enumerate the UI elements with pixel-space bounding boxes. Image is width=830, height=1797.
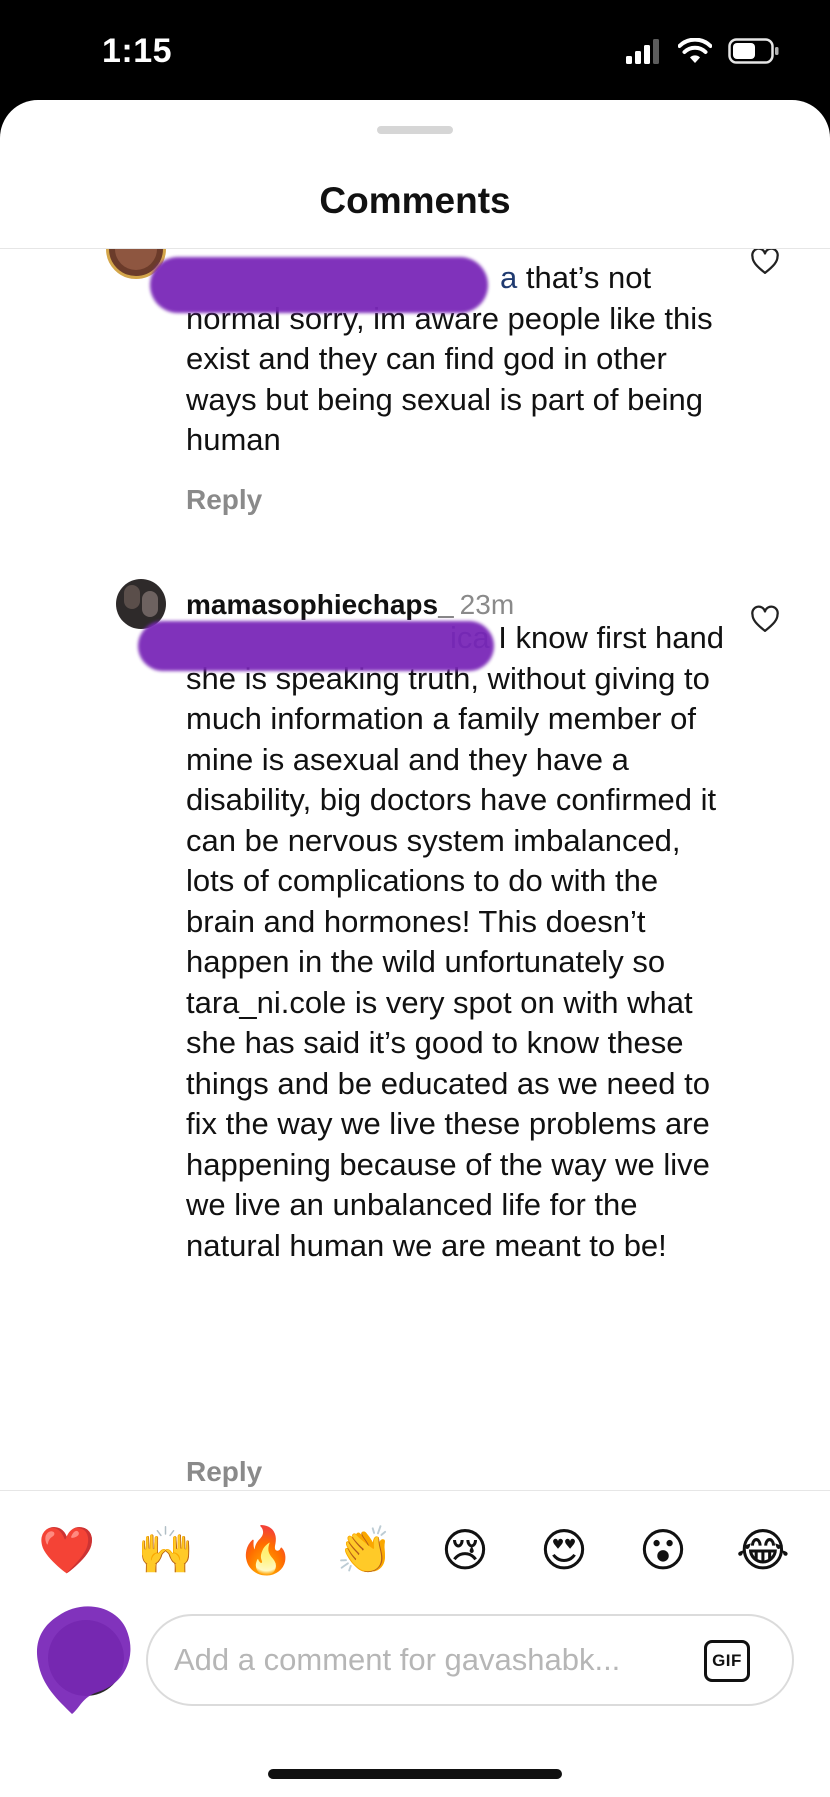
status-bar: 1:15 (0, 0, 830, 100)
emoji-heart-eyes-button[interactable]: 😍 (536, 1522, 592, 1578)
sheet-title: Comments (319, 180, 511, 221)
emoji-red-heart-button[interactable]: ❤️ (38, 1522, 95, 1578)
redaction-mark (150, 257, 488, 313)
comment-text: ica I know first hand she is speaking tr… (186, 620, 724, 1263)
status-time: 1:15 (102, 32, 173, 70)
quick-emoji-bar: ❤️ 🙌 🔥 👏 😢 😍 😮 😂 (0, 1522, 830, 1582)
redaction-mark (138, 621, 494, 671)
footer-divider (0, 1490, 830, 1491)
wifi-icon (678, 38, 712, 63)
sheet-grabber[interactable] (377, 126, 453, 134)
like-heart-icon[interactable] (750, 605, 780, 633)
emoji-surprised-face-button[interactable]: 😮 (635, 1522, 691, 1578)
home-indicator[interactable] (268, 1769, 562, 1779)
emoji-tears-of-joy-button[interactable]: 😂 (735, 1522, 791, 1578)
reply-button[interactable]: Reply (186, 484, 262, 516)
comment-composer: GIF (146, 1614, 794, 1706)
current-user-avatar (36, 1606, 131, 1714)
like-heart-icon[interactable] (750, 249, 780, 275)
emoji-clapping-hands-button[interactable]: 👏 (336, 1522, 393, 1578)
signal-icon (626, 39, 659, 64)
comment-timestamp: 23m (459, 589, 515, 620)
battery-icon (728, 38, 779, 64)
reply-button[interactable]: Reply (186, 1456, 262, 1488)
gif-button[interactable]: GIF (704, 1640, 750, 1682)
comments-list[interactable]: a that’s not normal sorry, im aware peop… (0, 249, 830, 1490)
comment-username[interactable]: mamasophiechaps_ (186, 589, 454, 620)
status-icons (626, 38, 780, 64)
emoji-crying-face-button[interactable]: 😢 (437, 1522, 493, 1578)
comments-sheet: Comments a that’s not normal sorry, im a… (0, 100, 830, 1797)
emoji-fire-button[interactable]: 🔥 (237, 1522, 294, 1578)
comment-input[interactable] (174, 1616, 694, 1704)
emoji-raising-hands-button[interactable]: 🙌 (137, 1522, 194, 1578)
